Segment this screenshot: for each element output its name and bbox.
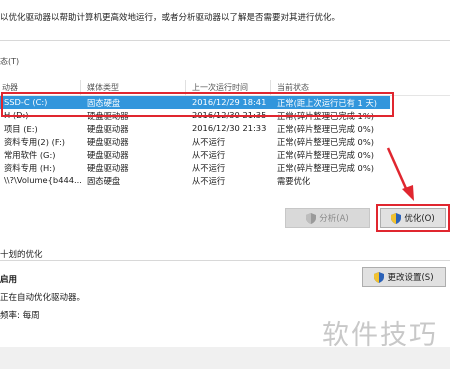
last-run-time: 从不运行 [192,150,226,160]
shield-icon [306,212,317,224]
drive-name: 资料专用(2) (F:) [4,137,65,147]
divider [0,40,450,41]
last-run-time: 从不运行 [192,176,226,186]
drive-name: 项目 (E:) [4,124,38,134]
highlight-box [1,92,394,117]
media-type: 硬盘驱动器 [87,137,129,147]
last-run-time: 从不运行 [192,163,226,173]
scheduled-optimization-title: 十划的优化 [0,250,43,260]
analyze-button[interactable]: 分析(A) [285,208,370,228]
intro-text: 以优化驱动器以帮助计算机更高效地运行，或者分析驱动器以了解是否需要对其进行优化。 [0,13,341,23]
current-status: 正常(碎片整理已完成 0%) [277,163,374,173]
drive-name: 资料专用 (H:) [4,163,56,173]
table-row[interactable]: 常用软件 (G:) 硬盘驱动器 从不运行 正常(碎片整理已完成 0%) [0,148,390,161]
table-row[interactable]: 资料专用(2) (F:) 硬盘驱动器 从不运行 正常(碎片整理已完成 0%) [0,135,390,148]
current-status: 需要优化 [277,176,311,186]
drive-name: \\?\Volume{b444... [4,175,82,185]
last-run-time: 2016/12/30 21:33 [192,123,267,133]
table-row[interactable]: \\?\Volume{b444... 固态硬盘 从不运行 需要优化 [0,174,390,187]
change-settings-button[interactable]: 更改设置(S) [362,267,446,287]
scheduled-frequency: 频率: 每周 [0,311,40,321]
last-run-time: 从不运行 [192,137,226,147]
shield-icon [374,271,385,283]
table-row[interactable]: 项目 (E:) 硬盘驱动器 2016/12/30 21:33 正常(碎片整理已完… [0,122,390,135]
highlight-box [376,204,450,232]
media-type: 硬盘驱动器 [87,150,129,160]
status-section-label: 态(T) [0,57,20,66]
current-status: 正常(碎片整理已完成 0%) [277,137,374,147]
current-status: 正常(碎片整理已完成 0%) [277,150,374,160]
table-row[interactable]: 资料专用 (H:) 硬盘驱动器 从不运行 正常(碎片整理已完成 0%) [0,161,390,174]
scheduled-description: 正在自动优化驱动器。 [0,293,86,303]
media-type: 硬盘驱动器 [87,124,129,134]
divider [0,260,450,261]
change-settings-label: 更改设置(S) [387,273,434,283]
drive-name: 常用软件 (G:) [4,150,56,160]
scheduled-status: 启用 [0,275,18,285]
annotation-arrow-icon [386,147,414,201]
media-type: 硬盘驱动器 [87,163,129,173]
analyze-label: 分析(A) [319,214,349,224]
media-type: 固态硬盘 [87,176,121,186]
current-status: 正常(碎片整理已完成 0%) [277,124,374,134]
watermark: 软件技巧 [322,320,438,351]
